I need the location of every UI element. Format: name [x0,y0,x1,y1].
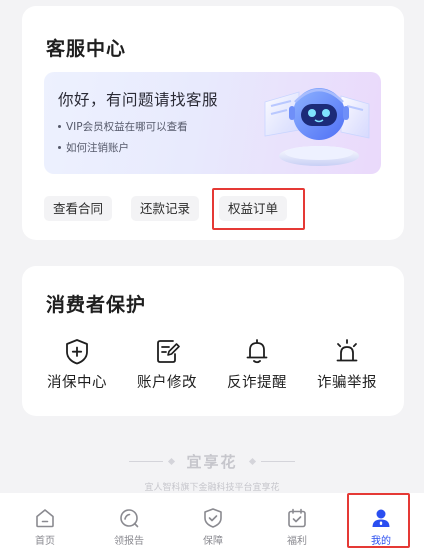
account-modify-item[interactable]: 账户修改 [122,338,212,392]
footer-brand: 宜享花 [0,451,424,472]
tab-benefits[interactable]: 福利 [255,493,339,550]
bullet-dot [58,146,61,149]
report-search-icon [120,509,139,528]
banner-title: 你好，有问题请找客服 [58,91,219,109]
edit-document-icon [157,340,180,363]
consumer-protection-center-item[interactable]: 消保中心 [32,338,122,392]
brand-diamond-icon [168,457,176,466]
consumer-protection-center-label: 消保中心 [47,375,107,391]
robot-assistant-icon [264,88,370,166]
brand-name: 宜享花 [186,453,238,471]
tab-protection-label: 保障 [203,536,223,547]
footer-subtitle: 宜人智科旗下金融科技平台宜享花 [144,483,280,493]
consumer-protection-title: 消费者保护 [46,294,147,316]
anti-fraud-reminder-item[interactable]: 反诈提醒 [212,338,302,392]
shield-plus-icon [66,339,88,365]
alarm-light-icon [336,339,358,362]
tab-report[interactable]: 领报告 [87,493,171,550]
consumer-protection-card: 消费者保护 消保中心 账户修改 反诈提醒 诈骗举报 [22,266,404,416]
banner-faq-text: VIP会员权益在哪可以查看 [66,121,188,133]
fraud-report-item[interactable]: 诈骗举报 [302,338,392,392]
tab-report-label: 领报告 [114,536,144,547]
account-modify-label: 账户修改 [137,375,197,391]
brand-diamond-icon [248,457,256,466]
customer-service-banner[interactable]: 你好，有问题请找客服 VIP会员权益在哪可以查看 如何注销账户 [44,72,381,174]
view-contract-button[interactable]: 查看合同 [44,196,113,221]
tab-protection[interactable]: 保障 [171,493,255,550]
tab-mine-highlight [347,493,410,548]
bell-icon [246,339,268,364]
tab-home-label: 首页 [35,536,55,547]
banner-faq-item[interactable]: 如何注销账户 [58,140,129,155]
banner-faq-text: 如何注销账户 [66,142,129,154]
benefit-orders-highlight [212,188,305,230]
bullet-dot [58,125,61,128]
fraud-report-label: 诈骗举报 [317,375,377,391]
calendar-gift-icon [288,508,306,528]
home-icon [36,509,54,528]
tab-home[interactable]: 首页 [3,493,87,550]
brand-divider-line [260,461,295,462]
banner-faq-item[interactable]: VIP会员权益在哪可以查看 [58,119,188,134]
customer-service-title: 客服中心 [46,38,127,60]
tab-benefits-label: 福利 [287,536,307,547]
customer-service-card: 客服中心 你好，有问题请找客服 VIP会员权益在哪可以查看 如何注销账户 查看合… [22,6,404,240]
anti-fraud-reminder-label: 反诈提醒 [227,375,287,391]
repayment-record-button[interactable]: 还款记录 [131,196,200,221]
shield-check-icon [204,508,222,528]
brand-divider-line [129,461,164,462]
